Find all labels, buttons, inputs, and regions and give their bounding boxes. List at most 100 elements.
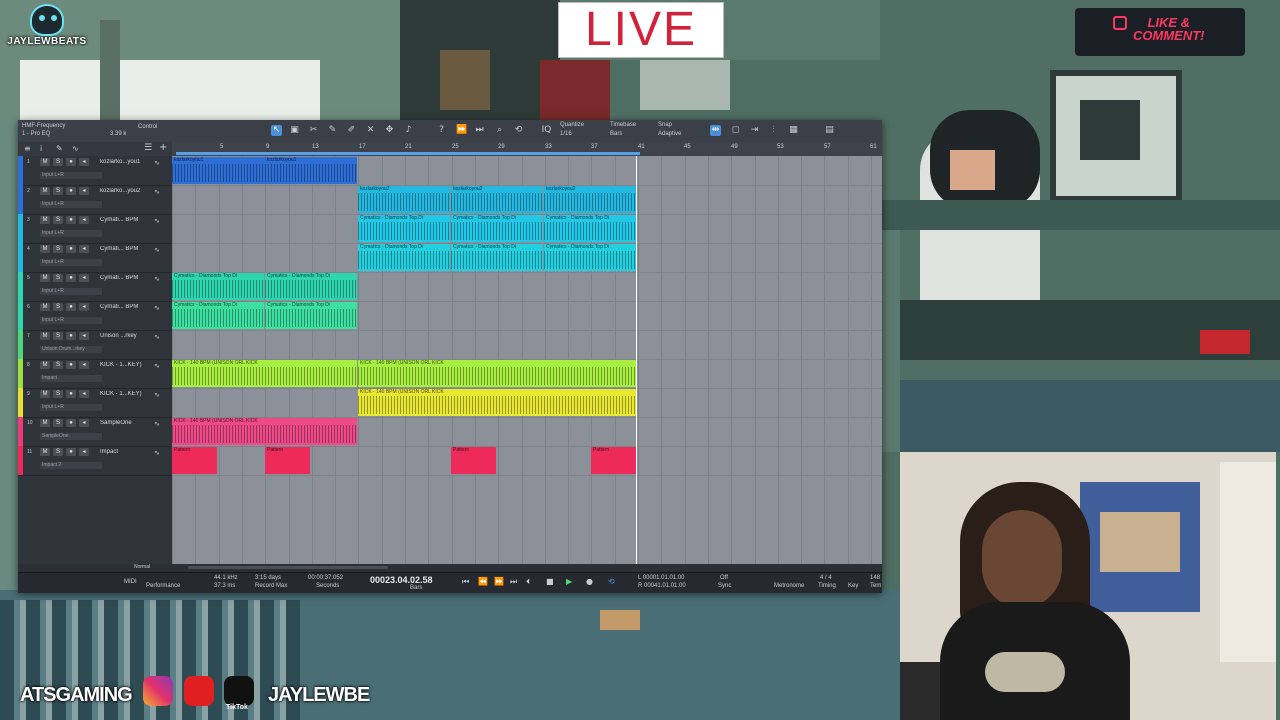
solo-button[interactable]: S [53, 361, 63, 369]
quantize-icon[interactable]: IQ [541, 125, 552, 136]
mute-button[interactable]: M [40, 419, 50, 427]
audio-clip[interactable]: KICK - 140 BPM (UNISON ORL KICK [358, 360, 636, 387]
track-input[interactable]: SampleOne [40, 433, 102, 440]
audio-clip[interactable]: Pattern [451, 447, 496, 474]
track-name[interactable]: Impact [100, 449, 148, 455]
monitor-button[interactable]: ◂ [79, 216, 89, 224]
mute-button[interactable]: M [40, 361, 50, 369]
monitor-button[interactable]: ◂ [79, 361, 89, 369]
record-arm-button[interactable]: ● [66, 158, 76, 166]
track-name[interactable]: kozlarko...you1 [100, 159, 148, 165]
select-icon[interactable]: ◻ [730, 125, 741, 136]
track-input[interactable]: Input L+R [40, 259, 102, 266]
track-name[interactable]: KICK - 1...KEY) [100, 362, 148, 368]
monitor-button[interactable]: ◂ [79, 303, 89, 311]
track-row[interactable]: 9 M S ● ◂ KICK - 1...KEY) Input L+R ∿ [18, 388, 172, 418]
mute-button[interactable]: M [40, 274, 50, 282]
track-name[interactable]: KICK - 1...KEY) [100, 391, 148, 397]
track-name[interactable]: kozlarko...you2 [100, 188, 148, 194]
add-track-icon[interactable]: + [159, 142, 167, 153]
audio-clip[interactable]: Cymatics - Diamonds Top Di [265, 302, 357, 329]
audio-clip[interactable]: KICK - 140 BPM (UNISON ORL KICK [358, 389, 636, 416]
audio-clip[interactable]: Cymatics - Diamonds Top Di [265, 273, 357, 300]
track-row[interactable]: 6 M S ● ◂ Cymati... BPM Input L+R ∿ [18, 301, 172, 331]
track-input[interactable]: Impact [40, 375, 102, 382]
mute-button[interactable]: M [40, 245, 50, 253]
audio-clip[interactable]: kozlarkoyou1 [265, 157, 357, 184]
info-icon[interactable]: i [40, 144, 42, 153]
listen-tool-icon[interactable]: ♪ [403, 125, 414, 136]
solo-button[interactable]: S [53, 303, 63, 311]
monitor-button[interactable]: ◂ [79, 187, 89, 195]
record-arm-button[interactable]: ● [66, 245, 76, 253]
track-input[interactable]: Input L+R [40, 172, 102, 179]
monitor-button[interactable]: ◂ [79, 158, 89, 166]
record-arm-button[interactable]: ● [66, 216, 76, 224]
audio-clip[interactable]: KICK - 140 BPM (UNISON ORL KICK [172, 360, 357, 387]
record-arm-button[interactable]: ● [66, 448, 76, 456]
mute-button[interactable]: M [40, 303, 50, 311]
audio-clip[interactable]: kozlarkoyou2 [358, 186, 450, 213]
track-name[interactable]: Cymati... BPM [100, 217, 148, 223]
monitor-button[interactable]: ◂ [79, 390, 89, 398]
track-row[interactable]: 2 M S ● ◂ kozlarko...you2 Input L+R ∿ [18, 185, 172, 215]
forward-end-icon[interactable]: ⏭ [510, 577, 517, 587]
track-row[interactable]: 11 M S ● ◂ Impact Impact 2 ∿ [18, 446, 172, 476]
forward-icon[interactable]: ⏩ [456, 125, 467, 136]
play-icon[interactable]: ▶ [566, 577, 572, 586]
track-row[interactable]: 1 M S ● ◂ kozlarko...you1 Input L+R ∿ [18, 156, 172, 186]
solo-button[interactable]: S [53, 274, 63, 282]
mute-button[interactable]: M [40, 332, 50, 340]
zoom-icon[interactable]: ⇥ [749, 125, 760, 136]
record-arm-button[interactable]: ● [66, 274, 76, 282]
track-input[interactable]: Unison Drum...rkey [40, 346, 102, 353]
record-arm-button[interactable]: ● [66, 361, 76, 369]
track-row[interactable]: 3 M S ● ◂ Cymati... BPM Input L+R ∿ [18, 214, 172, 244]
solo-button[interactable]: S [53, 158, 63, 166]
mute-button[interactable]: M [40, 216, 50, 224]
solo-button[interactable]: S [53, 448, 63, 456]
audio-clip[interactable]: Cymatics - Diamonds Top Di [172, 302, 264, 329]
fast-forward-icon[interactable]: ⏩ [494, 577, 504, 586]
solo-button[interactable]: S [53, 187, 63, 195]
edit-icon[interactable]: ✎ [56, 144, 63, 153]
track-name[interactable]: Cymati... BPM [100, 275, 148, 281]
return-icon[interactable]: ⏴ [526, 577, 530, 587]
track-row[interactable]: 8 M S ● ◂ KICK - 1...KEY) Impact ∿ [18, 359, 172, 389]
solo-button[interactable]: S [53, 332, 63, 340]
arrow-tool-icon[interactable]: ↖ [271, 125, 282, 136]
automation-icon[interactable]: ∿ [72, 144, 79, 153]
track-input[interactable]: Impact 2 [40, 462, 102, 469]
track-row[interactable]: 5 M S ● ◂ Cymati... BPM Input L+R ∿ [18, 272, 172, 302]
record-icon[interactable]: ● [586, 577, 593, 586]
split-tool-icon[interactable]: ✂ [308, 125, 319, 136]
audio-clip[interactable]: Cymatics - Diamonds Top Di [358, 215, 450, 242]
rewind-start-icon[interactable]: ⏮ [462, 577, 469, 587]
solo-button[interactable]: S [53, 245, 63, 253]
horizontal-scrollbar[interactable] [188, 566, 388, 569]
timing-value[interactable]: 4 / 4 [820, 575, 832, 581]
sync-value[interactable]: Off [720, 575, 728, 581]
mute-button[interactable]: M [40, 187, 50, 195]
track-row[interactable]: 4 M S ● ◂ Cymati... BPM Input L+R ∿ [18, 243, 172, 273]
mute-button[interactable]: M [40, 448, 50, 456]
quantize-value[interactable]: 1/16 [560, 131, 572, 137]
audio-clip[interactable]: kozlarkoyou2 [451, 186, 543, 213]
audio-clip[interactable]: KICK - 140 BPM (UNISON ORL KICK [172, 418, 357, 445]
track-input[interactable]: Input L+R [40, 317, 102, 324]
monitor-button[interactable]: ◂ [79, 448, 89, 456]
audio-clip[interactable]: Cymatics - Diamonds Top Di [358, 244, 450, 271]
audio-clip[interactable]: Cymatics - Diamonds Top Di [451, 244, 543, 271]
bend-tool-icon[interactable]: ✥ [384, 125, 395, 136]
list-icon[interactable]: ≡ [24, 144, 31, 153]
solo-button[interactable]: S [53, 216, 63, 224]
tempo-value[interactable]: 148 [870, 575, 880, 581]
skip-icon[interactable]: ⏭ [474, 125, 485, 136]
menu-icon[interactable]: ☰ [144, 143, 152, 153]
monitor-button[interactable]: ◂ [79, 419, 89, 427]
snap-value[interactable]: Adaptive [658, 131, 681, 137]
playhead[interactable] [636, 156, 637, 564]
record-arm-button[interactable]: ● [66, 332, 76, 340]
paint-tool-icon[interactable]: ✐ [346, 125, 357, 136]
search-icon[interactable]: ⌕ [494, 125, 505, 136]
